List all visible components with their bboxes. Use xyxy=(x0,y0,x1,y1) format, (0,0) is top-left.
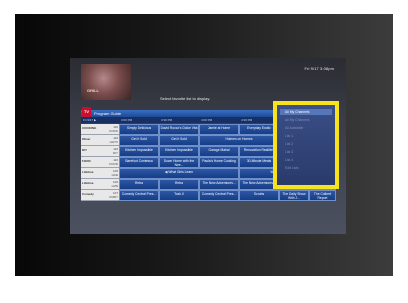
program-cell[interactable]: Tosh.0 xyxy=(159,190,199,201)
channel-callsign: COOK xyxy=(109,129,118,133)
channel-logo: Lifetime xyxy=(82,170,94,174)
channel-cell[interactable]: Comedy 107 CMDY xyxy=(81,190,119,201)
channel-logo: Oliver xyxy=(82,137,91,141)
menu-item-list-1[interactable]: List 1 xyxy=(285,133,293,139)
time-date: Fri 9/17 ▶ xyxy=(83,118,97,122)
channel-cell[interactable]: Lifetime 105 LIFE xyxy=(81,168,119,179)
program-cell[interactable]: The New Adventures... xyxy=(199,179,239,190)
program-cell[interactable]: Get It Sold xyxy=(119,135,159,146)
program-cell[interactable]: The Colbert Report xyxy=(309,190,336,201)
guide-title: Program Guide xyxy=(94,111,122,116)
program-cell[interactable]: Jamie at Home xyxy=(199,124,239,135)
channel-logo: Lifetime xyxy=(82,181,94,185)
program-cell[interactable]: Comedy Central Pres... xyxy=(119,190,159,201)
program-cell[interactable]: Barefoot Contessa xyxy=(119,157,159,168)
menu-item-edit-lists[interactable]: Edit Lists xyxy=(285,165,299,171)
time-slot: 4:30 PM xyxy=(241,118,253,122)
program-cell[interactable]: Scrubs xyxy=(239,190,279,201)
favorites-menu: All My Channels All My Channels All Avai… xyxy=(277,105,335,185)
time-slot: 3:30 PM xyxy=(161,118,173,122)
menu-item-list-4[interactable]: List 4 xyxy=(285,157,293,163)
program-cell[interactable]: The Daily Show With J... xyxy=(279,190,309,201)
program-cell[interactable]: Garage Mahal xyxy=(199,146,239,157)
program-title: What Girls Learn xyxy=(168,170,194,174)
program-cell[interactable]: Simply Delicious xyxy=(119,124,159,135)
program-cell[interactable]: Holmes on Homes xyxy=(199,135,279,146)
channel-callsign: LIFE xyxy=(111,173,118,177)
channel-callsign: FOOD xyxy=(109,162,118,166)
program-cell[interactable]: Down Home with the Nee... xyxy=(159,157,199,168)
menu-item-list-2[interactable]: List 2 xyxy=(285,141,293,147)
channel-logo: FOOD xyxy=(82,159,91,163)
program-cell[interactable]: Reba xyxy=(159,179,199,190)
channel-callsign: CMDY xyxy=(109,195,118,199)
program-cell[interactable]: Reba xyxy=(119,179,159,190)
channel-callsign: DIY xyxy=(112,151,118,155)
program-cell[interactable]: Comedy Central Pres... xyxy=(199,190,239,201)
time-slot: 3:00 PM xyxy=(121,118,133,122)
video-preview xyxy=(81,64,131,100)
program-cell[interactable]: Kitchen Impossible xyxy=(119,146,159,157)
channel-logo: DIY xyxy=(82,148,88,152)
channel-cell[interactable]: COOKING 110 COOK xyxy=(81,124,119,135)
tv-logo-icon: TV xyxy=(82,107,91,117)
channel-cell[interactable]: DIY 110 DIY xyxy=(81,146,119,157)
channel-logo: Comedy xyxy=(82,192,94,196)
instruction-text: Select favorite list to display. xyxy=(160,96,211,101)
program-cell[interactable]: Kitchen Impossible xyxy=(159,146,199,157)
channel-cell[interactable]: Lifetime 106 LMN xyxy=(81,179,119,190)
clock-display: Fri 9/17 3:08pm xyxy=(304,66,334,71)
channel-cell[interactable]: FOOD 110 FOOD xyxy=(81,157,119,168)
program-cell[interactable]: Paula's Home Cooking xyxy=(199,157,239,168)
menu-item-all-my-channels[interactable]: All My Channels xyxy=(280,109,332,115)
time-slot: 4:00 PM xyxy=(201,118,213,122)
channel-callsign: HGTV xyxy=(109,140,118,144)
menu-item-all-available[interactable]: All Available xyxy=(285,125,303,131)
channel-callsign: LMN xyxy=(111,184,118,188)
preview-label: GRILL xyxy=(87,88,99,93)
program-cell[interactable]: ◀ What Girls Learn xyxy=(119,168,239,179)
program-cell[interactable]: Get It Sold xyxy=(159,135,199,146)
guide-row: Comedy 107 CMDY Comedy Central Pres... To… xyxy=(81,190,336,201)
menu-item-list-3[interactable]: List 3 xyxy=(285,149,293,155)
menu-item-all-my-channels[interactable]: All My Channels xyxy=(285,117,310,123)
channel-cell[interactable]: Oliver 110 HGTV xyxy=(81,135,119,146)
program-cell[interactable]: David Rocco's Dolce Vita xyxy=(159,124,199,135)
channel-logo: COOKING xyxy=(82,126,97,130)
